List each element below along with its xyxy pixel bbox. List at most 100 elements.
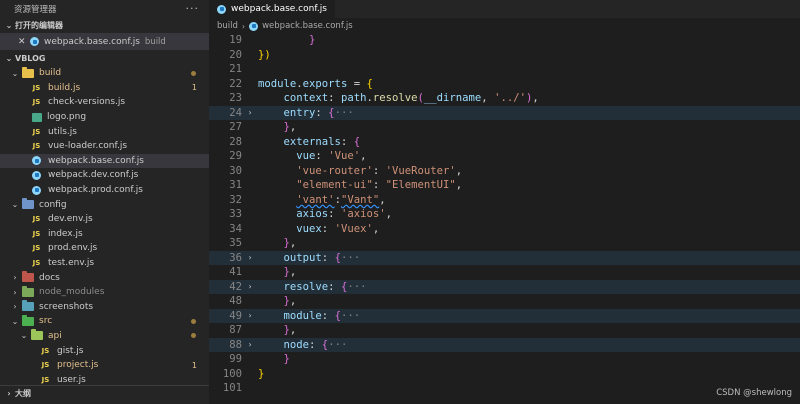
file-tree: ⌄ build JS build.js 1 JS check-versions.js logo… xyxy=(0,66,209,387)
tree-file[interactable]: webpack.dev.conf.js xyxy=(0,168,209,183)
tree-folder[interactable]: ⌄ config xyxy=(0,197,209,212)
fold-chevron-icon[interactable]: › xyxy=(242,311,258,320)
code-text: }, xyxy=(283,324,297,337)
code-text: } xyxy=(258,367,265,380)
code-text: }) xyxy=(258,48,271,61)
tree-file[interactable]: logo.png xyxy=(0,110,209,125)
code-view[interactable]: 19 } 20}) 21 22 module.exports = {23 context… xyxy=(209,33,800,396)
tree-item-label: screenshots xyxy=(39,301,94,312)
code-line: 36 › output: {··· xyxy=(209,250,800,265)
chevron-down-icon: ⌄ xyxy=(11,68,19,78)
folder-icon xyxy=(21,300,34,312)
open-editors-section[interactable]: ⌄ 打开的编辑器 xyxy=(0,17,209,33)
line-number: 41 xyxy=(229,266,242,279)
tree-file[interactable]: JS test.env.js xyxy=(0,256,209,271)
tree-file[interactable]: JS utils.js xyxy=(0,124,209,139)
tree-item-label: build.js xyxy=(48,82,81,93)
ellipsis-icon[interactable]: ··· xyxy=(186,2,200,15)
tree-file[interactable]: JS vue-loader.conf.js xyxy=(0,139,209,154)
tree-item-label: config xyxy=(39,199,67,210)
tree-file[interactable]: JS check-versions.js xyxy=(0,95,209,110)
modified-dot-icon xyxy=(191,318,196,324)
folder-shape xyxy=(21,285,34,297)
js-file-icon: JS xyxy=(41,375,50,384)
tree-item-label: gist.js xyxy=(57,345,84,356)
tree-file[interactable]: JS dev.env.js xyxy=(0,212,209,227)
code-line: 35 }, xyxy=(209,236,800,251)
fold-chevron-icon[interactable]: › xyxy=(242,253,258,262)
tree-item-label: logo.png xyxy=(47,112,87,123)
tree-file[interactable]: JS build.js 1 xyxy=(0,81,209,96)
tree-file[interactable]: webpack.prod.conf.js xyxy=(0,183,209,198)
line-number: 101 xyxy=(222,382,242,395)
code-line: 100} xyxy=(209,367,800,382)
code-text: module: {··· xyxy=(283,309,361,322)
code-line: 101 xyxy=(209,381,800,396)
code-text: }, xyxy=(283,266,297,279)
close-icon[interactable]: ✕ xyxy=(18,37,30,47)
line-number: 35 xyxy=(229,237,242,250)
tree-file[interactable]: JS project.js 1 xyxy=(0,358,209,373)
line-number: 42 xyxy=(229,280,242,293)
fold-chevron-icon[interactable]: › xyxy=(242,282,258,291)
outline-label: 大纲 xyxy=(15,389,31,398)
tree-folder[interactable]: ⌄ build xyxy=(0,66,209,81)
folder-shape xyxy=(21,66,34,78)
code-text: }, xyxy=(283,237,297,250)
tree-item-label: test.env.js xyxy=(48,258,95,269)
folder-icon xyxy=(21,66,34,79)
js-file-icon: JS xyxy=(32,229,41,238)
tree-file[interactable]: JS prod.env.js xyxy=(0,241,209,256)
line-number: 31 xyxy=(229,179,242,192)
tree-item-label: project.js xyxy=(57,360,99,371)
project-section[interactable]: ⌄ VBLOG xyxy=(0,50,209,66)
code-line: 19 } xyxy=(209,33,800,48)
tab-webpack-base-conf[interactable]: webpack.base.conf.js xyxy=(209,0,335,18)
folder-icon xyxy=(30,329,43,341)
tree-folder[interactable]: › screenshots xyxy=(0,300,209,315)
explorer-header: 资源管理器 ··· xyxy=(0,0,209,17)
folder-shape xyxy=(21,314,34,326)
line-number: 34 xyxy=(229,222,242,235)
breadcrumb-file[interactable]: webpack.base.conf.js xyxy=(262,21,353,31)
code-line: 28 externals: { xyxy=(209,135,800,150)
js-file-icon: JS xyxy=(41,361,50,370)
tree-file[interactable]: JS index.js xyxy=(0,227,209,242)
chevron-down-icon: ⌄ xyxy=(11,316,19,326)
project-label: VBLOG xyxy=(15,53,46,63)
tree-folder[interactable]: ⌄ src xyxy=(0,314,209,329)
code-line: 42 › resolve: {··· xyxy=(209,279,800,294)
code-text: vue: 'Vue', xyxy=(296,150,367,163)
folder-icon xyxy=(21,198,34,210)
js-file-icon: JS xyxy=(32,98,41,107)
code-text: } xyxy=(309,34,316,47)
open-editor-item[interactable]: ✕ webpack.base.conf.js build xyxy=(0,33,209,50)
chevron-right-icon: › xyxy=(7,389,11,398)
webpack-icon xyxy=(30,170,43,181)
outline-section[interactable]: › 大纲 xyxy=(0,385,209,401)
folder-icon xyxy=(21,314,34,327)
tree-file[interactable]: webpack.base.conf.js xyxy=(0,153,209,169)
tree-item-label: src xyxy=(39,316,53,327)
tree-item-label: utils.js xyxy=(48,126,77,137)
tree-item-label: webpack.dev.conf.js xyxy=(48,170,139,181)
js-file-icon: JS xyxy=(32,244,41,253)
line-number: 99 xyxy=(229,353,242,366)
explorer-sidebar: 资源管理器 ··· ⌄ 打开的编辑器 ✕ webpack.base.conf.j… xyxy=(0,0,209,404)
code-text: externals: { xyxy=(283,135,361,148)
tree-folder[interactable]: › docs xyxy=(0,270,209,285)
tree-folder[interactable]: › node_modules xyxy=(0,285,209,300)
open-editors-label: 打开的编辑器 xyxy=(15,20,63,30)
fold-chevron-icon[interactable]: › xyxy=(242,340,258,349)
code-text: vuex: 'Vuex', xyxy=(296,222,380,235)
fold-chevron-icon[interactable]: › xyxy=(242,108,258,117)
code-line: 27 }, xyxy=(209,120,800,135)
folder-shape xyxy=(30,329,43,341)
tree-item-label: check-versions.js xyxy=(48,97,126,108)
tree-file[interactable]: JS gist.js xyxy=(0,343,209,358)
tree-folder[interactable]: ⌄ api xyxy=(0,329,209,344)
line-number: 20 xyxy=(229,48,242,61)
tree-item-label: index.js xyxy=(48,228,83,239)
chevron-down-icon: ⌄ xyxy=(5,20,13,30)
breadcrumb-folder[interactable]: build xyxy=(217,21,238,31)
